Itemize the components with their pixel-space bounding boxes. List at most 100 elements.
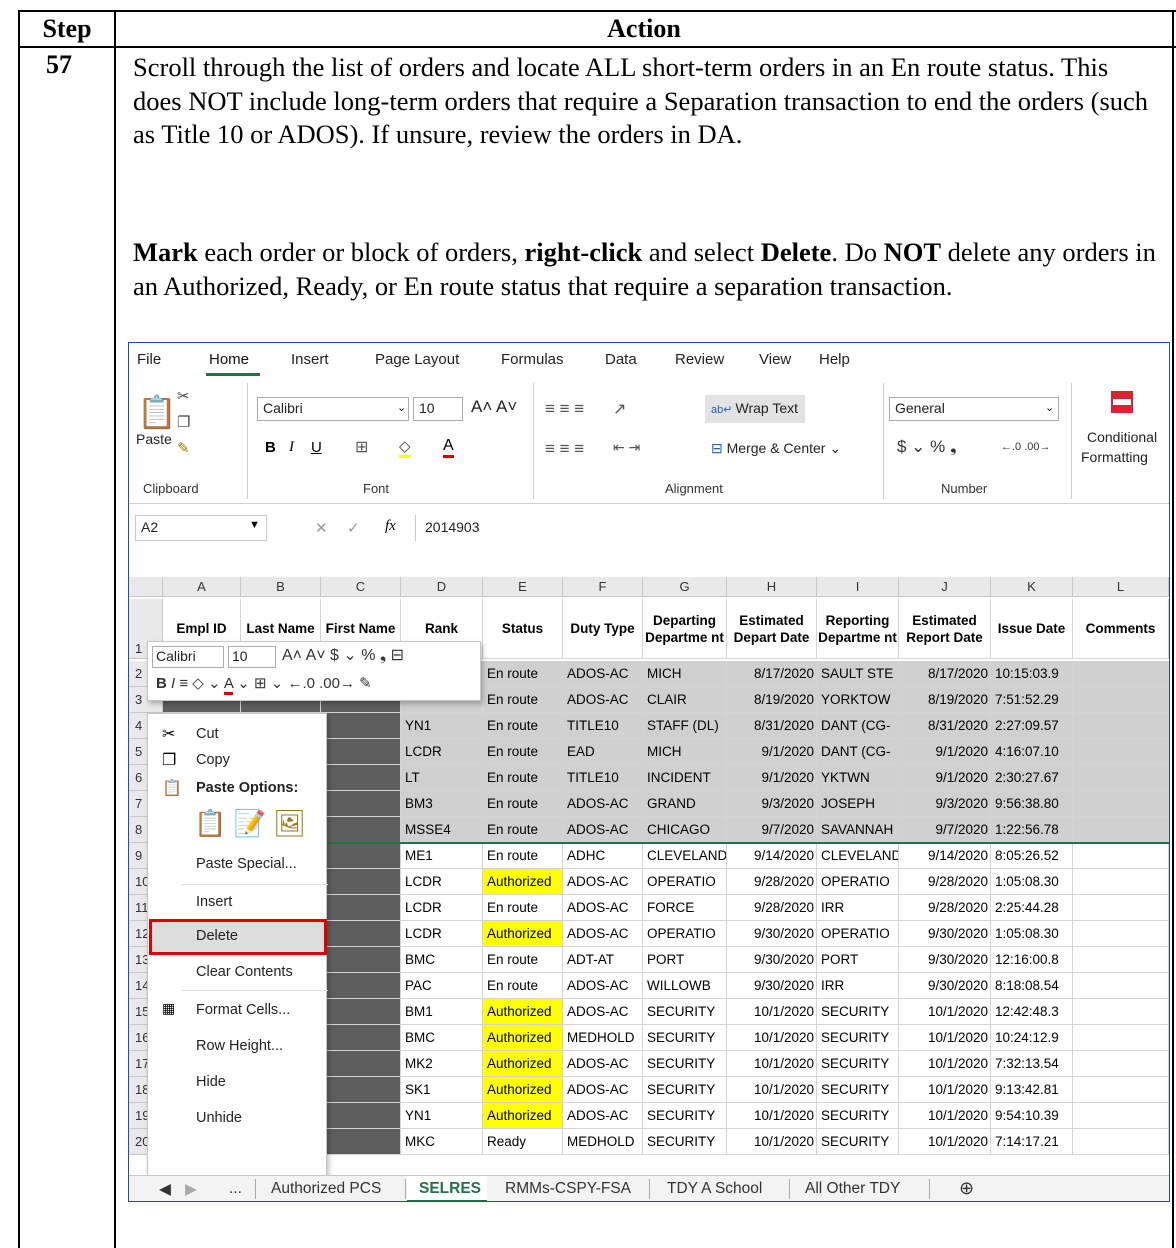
table-cell[interactable]: CLEVELAND xyxy=(817,843,899,869)
table-cell[interactable]: 9/30/2020 xyxy=(899,947,991,973)
mini-font-box[interactable]: Calibri xyxy=(156,648,196,664)
table-cell[interactable]: 8/31/2020 xyxy=(899,713,991,739)
menu-view[interactable]: View xyxy=(759,351,791,368)
menu-home[interactable]: Home xyxy=(209,351,249,368)
table-cell[interactable]: 2:30:27.67 xyxy=(991,765,1073,791)
table-cell[interactable]: IRR xyxy=(817,973,899,999)
table-cell[interactable]: En route xyxy=(483,895,563,921)
table-cell[interactable]: PAC xyxy=(401,973,483,999)
conditional-label[interactable]: Conditional xyxy=(1087,429,1157,445)
table-cell[interactable]: 10/1/2020 xyxy=(727,1129,817,1155)
table-cell[interactable]: SECURITY xyxy=(643,1077,727,1103)
formatting-label[interactable]: Formatting xyxy=(1081,449,1148,465)
table-cell[interactable] xyxy=(321,713,401,739)
table-cell[interactable] xyxy=(1073,765,1169,791)
table-cell[interactable] xyxy=(1073,1129,1169,1155)
table-cell[interactable] xyxy=(321,1103,401,1129)
table-cell[interactable]: Authorized xyxy=(483,921,563,947)
table-cell[interactable]: SECURITY xyxy=(643,1103,727,1129)
italic-icon[interactable]: I xyxy=(289,439,294,456)
table-cell[interactable]: ADOS-AC xyxy=(563,999,643,1025)
menu-cut[interactable]: Cut xyxy=(196,726,219,742)
table-cell[interactable] xyxy=(321,765,401,791)
table-cell[interactable]: 9/28/2020 xyxy=(727,895,817,921)
table-cell[interactable]: 9/7/2020 xyxy=(727,817,817,843)
table-cell[interactable]: 8/17/2020 xyxy=(727,661,817,687)
accounting-icon[interactable]: $ ⌄ % ❟ xyxy=(897,437,957,457)
table-cell[interactable] xyxy=(1073,713,1169,739)
table-cell[interactable]: 9/7/2020 xyxy=(899,817,991,843)
table-cell[interactable]: IRR xyxy=(817,895,899,921)
table-cell[interactable]: 1:22:56.78 xyxy=(991,817,1073,843)
table-cell[interactable]: SAVANNAH xyxy=(817,817,899,843)
tab-all-other-tdy[interactable]: All Other TDY xyxy=(805,1180,900,1198)
table-cell[interactable]: BM1 xyxy=(401,999,483,1025)
table-cell[interactable] xyxy=(1073,739,1169,765)
table-cell[interactable]: BM3 xyxy=(401,791,483,817)
table-cell[interactable]: 9/28/2020 xyxy=(899,869,991,895)
table-cell[interactable]: 9/3/2020 xyxy=(899,791,991,817)
menu-data[interactable]: Data xyxy=(605,351,637,368)
table-cell[interactable]: 9/1/2020 xyxy=(899,739,991,765)
format-painter-icon[interactable]: ✎ xyxy=(177,439,190,457)
table-cell[interactable]: ADOS-AC xyxy=(563,1103,643,1129)
table-cell[interactable]: MICH xyxy=(643,739,727,765)
table-cell[interactable]: 9/28/2020 xyxy=(727,869,817,895)
table-cell[interactable]: 9/30/2020 xyxy=(727,947,817,973)
table-cell[interactable]: SECURITY xyxy=(817,999,899,1025)
table-cell[interactable]: 7:14:17.21 xyxy=(991,1129,1073,1155)
tab-more[interactable]: ... xyxy=(229,1180,242,1198)
table-cell[interactable]: SECURITY xyxy=(817,1103,899,1129)
table-cell[interactable]: SECURITY xyxy=(817,1129,899,1155)
table-cell[interactable]: YN1 xyxy=(401,713,483,739)
table-cell[interactable]: 10/1/2020 xyxy=(899,1103,991,1129)
table-cell[interactable]: 9/30/2020 xyxy=(899,921,991,947)
table-cell[interactable]: ADOS-AC xyxy=(563,895,643,921)
cut-icon[interactable]: ✂ xyxy=(177,387,190,405)
align-left-icon[interactable]: ≡ ≡ ≡ xyxy=(545,439,584,459)
table-cell[interactable]: 8:18:08.54 xyxy=(991,973,1073,999)
table-cell[interactable]: CLEVELAND xyxy=(643,843,727,869)
table-cell[interactable] xyxy=(321,1025,401,1051)
column-header-c[interactable]: C xyxy=(321,577,401,597)
table-cell[interactable]: ADOS-AC xyxy=(563,661,643,687)
tab-rmms-cspy-fsa[interactable]: RMMs-CSPY-FSA xyxy=(505,1180,631,1198)
table-cell[interactable]: OPERATIO xyxy=(643,921,727,947)
menu-hide[interactable]: Hide xyxy=(196,1074,226,1090)
table-cell[interactable]: PORT xyxy=(817,947,899,973)
column-header-b[interactable]: B xyxy=(241,577,321,597)
table-cell[interactable]: STAFF (DL) xyxy=(643,713,727,739)
table-cell[interactable]: En route xyxy=(483,973,563,999)
table-cell[interactable]: SECURITY xyxy=(643,1051,727,1077)
wrap-text-button[interactable]: ab↵ Wrap Text xyxy=(711,400,798,416)
name-box-dropdown-icon[interactable]: ▼ xyxy=(249,519,260,531)
name-box[interactable]: A2 xyxy=(141,519,158,535)
table-cell[interactable]: OPERATIO xyxy=(643,869,727,895)
table-cell[interactable]: En route xyxy=(483,791,563,817)
table-cell[interactable]: SK1 xyxy=(401,1077,483,1103)
table-cell[interactable]: 2:25:44.28 xyxy=(991,895,1073,921)
table-cell[interactable]: MKC xyxy=(401,1129,483,1155)
table-cell[interactable] xyxy=(1073,1025,1169,1051)
table-cell[interactable]: 9:56:38.80 xyxy=(991,791,1073,817)
column-header-k[interactable]: K xyxy=(991,577,1073,597)
column-header-d[interactable]: D xyxy=(401,577,483,597)
table-cell[interactable]: TITLE10 xyxy=(563,765,643,791)
table-cell[interactable]: En route xyxy=(483,765,563,791)
table-cell[interactable]: 10/1/2020 xyxy=(899,999,991,1025)
table-cell[interactable] xyxy=(321,1129,401,1155)
table-cell[interactable]: EAD xyxy=(563,739,643,765)
table-cell[interactable]: 1:05:08.30 xyxy=(991,869,1073,895)
table-cell[interactable]: ADOS-AC xyxy=(563,791,643,817)
table-cell[interactable] xyxy=(321,817,401,843)
underline-icon[interactable]: U xyxy=(311,439,322,456)
menu-insert[interactable]: Insert xyxy=(196,894,232,910)
table-cell[interactable]: 9/14/2020 xyxy=(727,843,817,869)
table-cell[interactable]: GRAND xyxy=(643,791,727,817)
table-cell[interactable]: 9/30/2020 xyxy=(727,973,817,999)
table-cell[interactable]: 2:27:09.57 xyxy=(991,713,1073,739)
table-cell[interactable]: 9/1/2020 xyxy=(727,739,817,765)
table-cell[interactable]: ME1 xyxy=(401,843,483,869)
add-sheet-icon[interactable]: ⊕ xyxy=(959,1178,974,1199)
tab-authorized-pcs[interactable]: Authorized PCS xyxy=(271,1180,381,1198)
